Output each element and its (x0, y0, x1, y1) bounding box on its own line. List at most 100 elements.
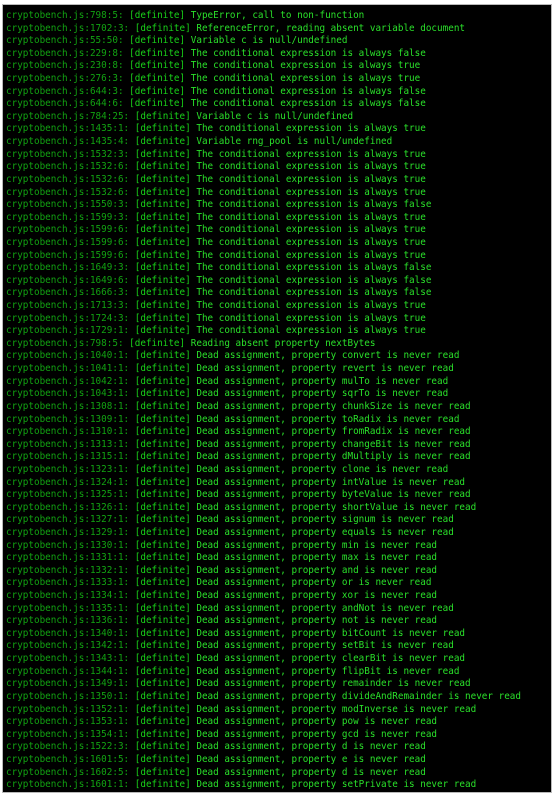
log-line: cryptobench.js:1354:1: [definite] Dead a… (6, 729, 551, 742)
terminal-output-log[interactable]: cryptobench.js:798:5: [definite] TypeErr… (3, 5, 551, 792)
log-line: cryptobench.js:1325:1: [definite] Dead a… (6, 489, 551, 502)
log-line: cryptobench.js:1601:5: [definite] Dead a… (6, 754, 551, 767)
log-line-message: Dead assignment, property flipBit is nev… (196, 665, 460, 677)
log-line: cryptobench.js:1435:4: [definite] Variab… (6, 136, 551, 149)
log-line-message: Dead assignment, property clearBit is ne… (196, 653, 466, 665)
log-line-message: Dead assignment, property andNot is neve… (196, 602, 454, 614)
terminal-window: cryptobench.js:798:5: [definite] TypeErr… (2, 4, 552, 793)
log-line-message: Dead assignment, property and is never r… (196, 564, 438, 576)
log-line-location: cryptobench.js:1344:1: (6, 665, 130, 677)
log-line: cryptobench.js:1041:1: [definite] Dead a… (6, 363, 551, 376)
log-line-location: cryptobench.js:1550:3: (6, 199, 130, 211)
log-line-severity: [definite] (134, 653, 191, 665)
log-line-message: The conditional expression is always tru… (196, 123, 426, 135)
log-line-severity: [definite] (134, 577, 191, 589)
log-line-severity: [definite] (134, 665, 191, 677)
log-line-severity: [definite] (129, 47, 186, 59)
log-line: cryptobench.js:1532:6: [definite] The co… (6, 187, 551, 200)
log-line-severity: [definite] (134, 161, 191, 173)
log-line-message: Dead assignment, property e is never rea… (196, 753, 426, 765)
log-line-location: cryptobench.js:1042:1: (6, 375, 130, 387)
log-line: cryptobench.js:1340:1: [definite] Dead a… (6, 628, 551, 641)
log-line-location: cryptobench.js:1435:1: (6, 123, 130, 135)
log-line-severity: [definite] (134, 236, 191, 248)
log-line: cryptobench.js:1043:1: [definite] Dead a… (6, 388, 551, 401)
log-line-severity: [definite] (134, 211, 191, 223)
log-line: cryptobench.js:798:5: [definite] TypeErr… (6, 10, 551, 23)
log-line-location: cryptobench.js:644:3: (6, 85, 124, 97)
log-line-location: cryptobench.js:1326:1: (6, 501, 130, 513)
log-line-message: Dead assignment, property modInverse is … (196, 703, 477, 715)
log-line-severity: [definite] (134, 716, 191, 728)
log-line-location: cryptobench.js:1334:1: (6, 590, 130, 602)
log-line-severity: [definite] (134, 312, 191, 324)
log-line: cryptobench.js:1649:3: [definite] The co… (6, 262, 551, 275)
log-line-severity: [definite] (134, 728, 191, 740)
log-line-severity: [definite] (129, 10, 186, 21)
log-line: cryptobench.js:1310:1: [definite] Dead a… (6, 426, 551, 439)
log-line-severity: [definite] (134, 173, 191, 185)
log-line-location: cryptobench.js:1041:1: (6, 363, 130, 375)
log-line-severity: [definite] (134, 489, 191, 501)
log-line-severity: [definite] (134, 136, 191, 148)
log-line: cryptobench.js:1315:1: [definite] Dead a… (6, 451, 551, 464)
log-line: cryptobench.js:1702:3: [definite] Refere… (6, 23, 551, 36)
log-line: cryptobench.js:1353:1: [definite] Dead a… (6, 716, 551, 729)
log-line-message: The conditional expression is always tru… (196, 325, 426, 337)
log-line-message: Dead assignment, property divideAndRemai… (196, 690, 521, 702)
log-line: cryptobench.js:1522:3: [definite] Dead a… (6, 741, 551, 754)
log-line: cryptobench.js:230:8: [definite] The con… (6, 60, 551, 73)
log-line-message: Dead assignment, property d is never rea… (196, 766, 426, 778)
log-line-location: cryptobench.js:1043:1: (6, 388, 130, 400)
log-line-severity: [definite] (134, 627, 191, 639)
log-line-severity: [definite] (134, 123, 191, 135)
log-line-severity: [definite] (134, 300, 191, 312)
log-line-severity: [definite] (134, 350, 191, 362)
log-line-message: Dead assignment, property max is never r… (196, 552, 438, 564)
log-line-location: cryptobench.js:1330:1: (6, 539, 130, 551)
log-line-location: cryptobench.js:276:3: (6, 73, 124, 85)
log-line: cryptobench.js:1343:1: [definite] Dead a… (6, 653, 551, 666)
log-line-message: Variable c is null/undefined (190, 35, 348, 47)
log-line-location: cryptobench.js:1522:3: (6, 741, 130, 753)
log-line: cryptobench.js:1532:3: [definite] The co… (6, 149, 551, 162)
log-line-location: cryptobench.js:1332:1: (6, 564, 130, 576)
log-line: cryptobench.js:1308:1: [definite] Dead a… (6, 401, 551, 414)
log-line-severity: [definite] (134, 766, 191, 778)
log-line-message: The conditional expression is always tru… (196, 173, 426, 185)
log-line: cryptobench.js:1599:6: [definite] The co… (6, 224, 551, 237)
log-line-message: Reading absent property nextBytes (190, 337, 376, 349)
log-line-severity: [definite] (134, 438, 191, 450)
log-line-message: The conditional expression is always fal… (190, 85, 426, 97)
log-line: cryptobench.js:1042:1: [definite] Dead a… (6, 376, 551, 389)
log-line-severity: [definite] (134, 703, 191, 715)
log-line-location: cryptobench.js:798:5: (6, 337, 124, 349)
log-line: cryptobench.js:1599:3: [definite] The co… (6, 212, 551, 225)
log-line-severity: [definite] (134, 325, 191, 337)
log-line: cryptobench.js:1532:6: [definite] The co… (6, 161, 551, 174)
log-line-message: The conditional expression is always tru… (196, 186, 426, 198)
log-line-severity: [definite] (134, 753, 191, 765)
log-line-severity: [definite] (134, 602, 191, 614)
log-line-location: cryptobench.js:1713:3: (6, 300, 130, 312)
log-line: cryptobench.js:1599:6: [definite] The co… (6, 237, 551, 250)
log-line: cryptobench.js:1342:1: [definite] Dead a… (6, 640, 551, 653)
log-line-message: Dead assignment, property signum is neve… (196, 514, 454, 526)
log-line-location: cryptobench.js:1601:1: (6, 779, 130, 791)
log-line-location: cryptobench.js:1649:3: (6, 262, 130, 274)
log-line-message: The conditional expression is always tru… (190, 73, 421, 85)
log-line-location: cryptobench.js:1310:1: (6, 426, 130, 438)
log-line: cryptobench.js:1323:1: [definite] Dead a… (6, 464, 551, 477)
log-line-message: Dead assignment, property sqrTo is never… (196, 388, 449, 400)
log-line-severity: [definite] (134, 514, 191, 526)
log-line-severity: [definite] (134, 741, 191, 753)
log-line-location: cryptobench.js:1313:1: (6, 438, 130, 450)
log-line-location: cryptobench.js:1729:1: (6, 325, 130, 337)
log-line-location: cryptobench.js:1601:5: (6, 753, 130, 765)
log-line-location: cryptobench.js:1532:6: (6, 161, 130, 173)
log-line-message: Dead assignment, property byteValue is n… (196, 489, 471, 501)
log-line-message: Dead assignment, property setPrivate is … (196, 779, 477, 791)
log-line-severity: [definite] (134, 552, 191, 564)
log-line-severity: [definite] (134, 22, 191, 34)
log-line-message: The conditional expression is always tru… (196, 211, 426, 223)
